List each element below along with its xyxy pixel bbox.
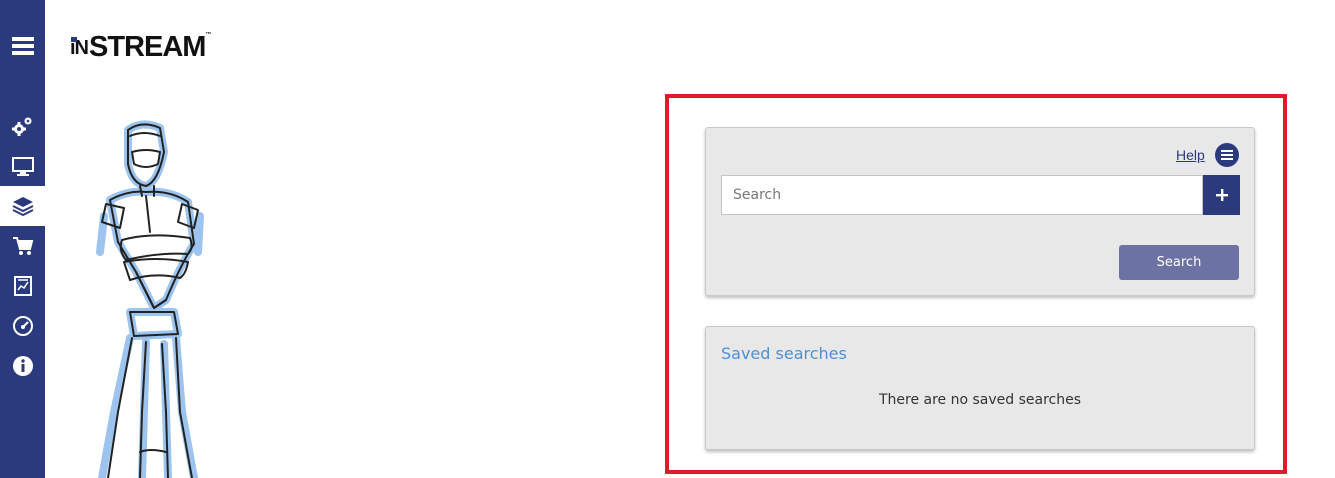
search-input[interactable] bbox=[721, 175, 1203, 215]
plus-icon bbox=[1215, 189, 1228, 201]
search-button[interactable]: Search bbox=[1119, 245, 1239, 280]
logo-prefix: iN bbox=[70, 37, 89, 59]
hamburger-menu-icon[interactable] bbox=[0, 26, 45, 66]
speedometer-icon[interactable] bbox=[0, 306, 45, 346]
panel-menu-button[interactable] bbox=[1215, 143, 1239, 167]
hamburger-icon bbox=[1221, 150, 1233, 160]
report-chart-icon[interactable] bbox=[0, 266, 45, 306]
info-icon[interactable] bbox=[0, 346, 45, 386]
saved-searches-empty-message: There are no saved searches bbox=[878, 392, 1082, 408]
layers-icon[interactable] bbox=[0, 186, 45, 226]
monitor-icon[interactable] bbox=[0, 146, 45, 186]
shopping-cart-icon[interactable] bbox=[0, 226, 45, 266]
logo-trademark: ™ bbox=[205, 32, 212, 38]
add-criteria-button[interactable] bbox=[1203, 175, 1240, 215]
instream-logo: iN STREAM ™ bbox=[70, 30, 212, 63]
gears-icon[interactable] bbox=[0, 106, 45, 146]
help-link[interactable]: Help bbox=[1176, 147, 1205, 163]
robot-illustration bbox=[96, 120, 204, 478]
logo-name: STREAM bbox=[89, 31, 206, 63]
saved-searches-title: Saved searches bbox=[721, 344, 847, 363]
sidebar bbox=[0, 0, 45, 478]
